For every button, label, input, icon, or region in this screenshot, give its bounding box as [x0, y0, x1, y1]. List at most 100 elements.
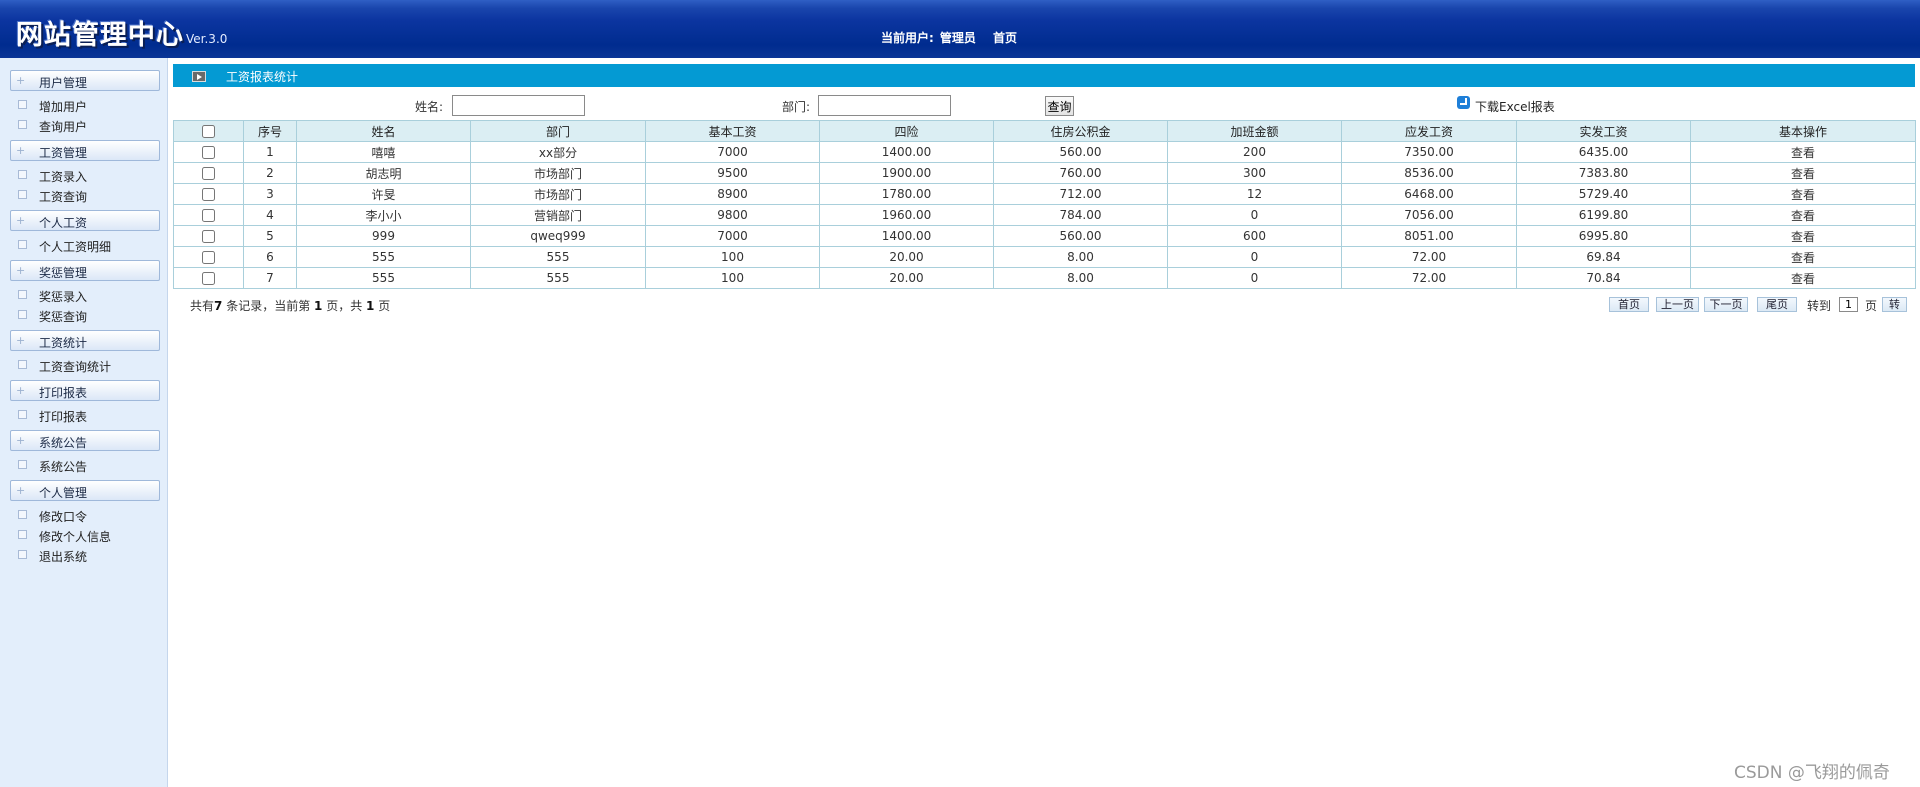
table-cell: 0 [1167, 267, 1342, 289]
table-cell: xx部分 [470, 141, 646, 163]
column-header: 四险 [819, 120, 994, 142]
table-cell: 0 [1167, 204, 1342, 226]
row-checkbox[interactable] [202, 167, 215, 180]
sidebar-group-personal-management[interactable]: + 个人管理 [10, 480, 160, 501]
sidebar-group-label: 奖惩管理 [39, 266, 88, 280]
table-cell: 6468.00 [1341, 183, 1517, 205]
sidebar-group-label: 系统公告 [39, 436, 88, 450]
table-cell: 1900.00 [819, 162, 994, 184]
view-link[interactable]: 查看 [1690, 267, 1916, 289]
table-body: 1 嘻嘻 xx部分 7000 1400.00 560.00 200 7350.00 6435.0… [173, 141, 1916, 289]
goto-page-input[interactable] [1839, 297, 1858, 312]
sidebar-item-label: 系统公告 [39, 460, 88, 474]
sidebar-group-salary-management[interactable]: + 工资管理 [10, 140, 160, 161]
table-cell: 555 [296, 246, 471, 268]
table-cell: 560.00 [993, 141, 1168, 163]
sidebar-item-label: 奖惩查询 [39, 310, 88, 324]
first-page-button[interactable]: 首页 [1609, 297, 1649, 312]
bullet-icon [18, 460, 27, 469]
page-unit-label: 页 [1865, 299, 1878, 313]
sidebar-group-salary-statistics[interactable]: + 工资统计 [10, 330, 160, 351]
row-checkbox[interactable] [202, 251, 215, 264]
table-row: 6 555 555 100 20.00 8.00 0 72.00 69.84 查看 [173, 246, 1916, 268]
version-label: Ver.3.0 [186, 32, 228, 46]
home-link[interactable]: 首页 [993, 29, 1017, 46]
sidebar-group-print-report[interactable]: + 打印报表 [10, 380, 160, 401]
table-cell: 100 [645, 246, 820, 268]
plus-icon: + [16, 484, 26, 497]
row-checkbox[interactable] [202, 146, 215, 159]
table-cell: 4 [243, 204, 297, 226]
table-cell: 9500 [645, 162, 820, 184]
row-checkbox[interactable] [202, 209, 215, 222]
table-cell: 胡志明 [296, 162, 471, 184]
row-checkbox[interactable] [202, 230, 215, 243]
table-header-row: 序号 姓名 部门 基本工资 四险 住房公积金 加班金额 应发工资 实发工资 基本… [173, 120, 1916, 142]
table-cell: 555 [470, 267, 646, 289]
table-cell: 760.00 [993, 162, 1168, 184]
table-cell: 8.00 [993, 246, 1168, 268]
bullet-icon [18, 550, 27, 559]
sidebar-group-label: 打印报表 [39, 386, 88, 400]
name-label: 姓名: [415, 100, 444, 114]
table-cell: 100 [645, 267, 820, 289]
next-page-button[interactable]: 下一页 [1704, 297, 1748, 312]
play-icon [192, 71, 206, 82]
row-select-cell [173, 225, 244, 247]
last-page-button[interactable]: 尾页 [1757, 297, 1797, 312]
sidebar-item-label: 奖惩录入 [39, 290, 88, 304]
table-row: 4 李小小 营销部门 9800 1960.00 784.00 0 7056.00 6199.80… [173, 204, 1916, 226]
bullet-icon [18, 410, 27, 419]
table-cell: qweq999 [470, 225, 646, 247]
table-cell: 600 [1167, 225, 1342, 247]
table-cell: 8900 [645, 183, 820, 205]
table-cell: 市场部门 [470, 183, 646, 205]
view-link[interactable]: 查看 [1690, 246, 1916, 268]
prev-page-button[interactable]: 上一页 [1656, 297, 1699, 312]
table-cell: 7000 [645, 141, 820, 163]
summary-text: 条记录，当前第 [222, 299, 315, 313]
sidebar-group-user-management[interactable]: + 用户管理 [10, 70, 160, 91]
table-row: 7 555 555 100 20.00 8.00 0 72.00 70.84 查看 [173, 267, 1916, 289]
row-select-cell [173, 141, 244, 163]
view-link[interactable]: 查看 [1690, 141, 1916, 163]
table-cell: 200 [1167, 141, 1342, 163]
query-button[interactable]: 查询 [1045, 96, 1074, 116]
view-link[interactable]: 查看 [1690, 183, 1916, 205]
name-input[interactable] [452, 95, 585, 116]
column-header: 应发工资 [1341, 120, 1517, 142]
summary-text: 页 [374, 299, 391, 313]
sidebar-group-label: 用户管理 [39, 76, 88, 90]
department-input[interactable] [818, 95, 951, 116]
sidebar-group-reward-management[interactable]: + 奖惩管理 [10, 260, 160, 281]
goto-label: 转到 [1807, 299, 1832, 313]
column-header: 基本操作 [1690, 120, 1916, 142]
sidebar-item-label: 工资录入 [39, 170, 88, 184]
bullet-icon [18, 360, 27, 369]
sidebar-item-label: 打印报表 [39, 410, 88, 424]
view-link[interactable]: 查看 [1690, 204, 1916, 226]
sidebar-group-system-notice[interactable]: + 系统公告 [10, 430, 160, 451]
view-link[interactable]: 查看 [1690, 162, 1916, 184]
sidebar-item-label: 修改个人信息 [39, 530, 112, 544]
sidebar-item-label: 修改口令 [39, 510, 88, 524]
sidebar-group-label: 个人工资 [39, 216, 88, 230]
goto-button[interactable]: 转 [1882, 297, 1907, 312]
table-cell: 6995.80 [1516, 225, 1691, 247]
site-logo: 网站管理中心 [16, 20, 184, 51]
view-link[interactable]: 查看 [1690, 225, 1916, 247]
salary-table: 序号 姓名 部门 基本工资 四险 住房公积金 加班金额 应发工资 实发工资 基本… [173, 120, 1916, 289]
sidebar: + 用户管理 增加用户 查询用户 + 工资管理 工资录入 工资查询 + 个人工资… [0, 58, 168, 787]
sidebar-group-personal-salary[interactable]: + 个人工资 [10, 210, 160, 231]
top-header: 网站管理中心 Ver.3.0 当前用户: 管理员 首页 [0, 0, 1920, 58]
sidebar-group-label: 工资管理 [39, 146, 88, 160]
row-select-cell [173, 162, 244, 184]
table-row: 1 嘻嘻 xx部分 7000 1400.00 560.00 200 7350.00 6435.0… [173, 141, 1916, 163]
table-cell: 7000 [645, 225, 820, 247]
table-cell: 市场部门 [470, 162, 646, 184]
row-checkbox[interactable] [202, 272, 215, 285]
row-checkbox[interactable] [202, 188, 215, 201]
plus-icon: + [16, 334, 26, 347]
select-all-checkbox[interactable] [202, 125, 215, 138]
bullet-icon [18, 120, 27, 129]
